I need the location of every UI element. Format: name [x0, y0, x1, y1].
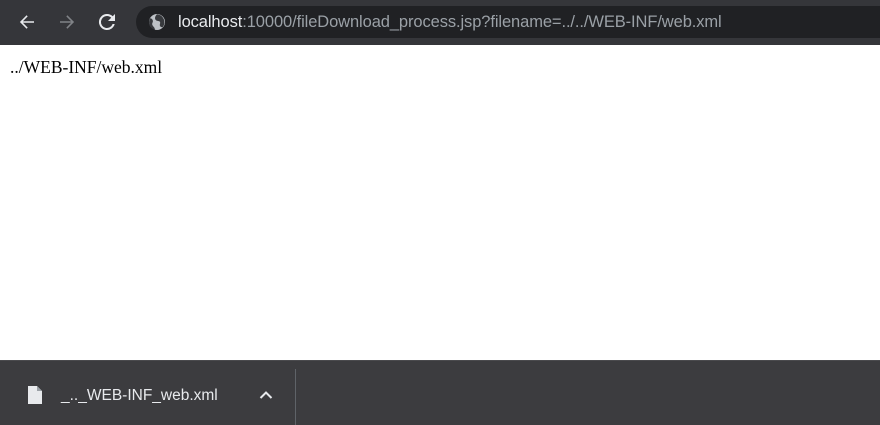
forward-button[interactable]: [51, 6, 83, 38]
reload-icon: [98, 13, 115, 30]
url-host: localhost: [178, 12, 243, 31]
globe-icon: [149, 14, 165, 30]
url-text[interactable]: localhost:10000/fileDownload_process.jsp…: [178, 13, 722, 32]
download-item[interactable]: _.._WEB-INF_web.xml: [0, 361, 295, 425]
arrow-forward-icon: [60, 15, 75, 29]
arrow-back-icon: [19, 15, 34, 29]
address-bar[interactable]: localhost:10000/fileDownload_process.jsp…: [136, 6, 880, 38]
browser-toolbar: localhost:10000/fileDownload_process.jsp…: [0, 0, 880, 45]
url-path: :10000/fileDownload_process.jsp?filename…: [242, 12, 722, 31]
download-shelf: _.._WEB-INF_web.xml: [0, 360, 880, 425]
site-info-button[interactable]: [148, 13, 166, 31]
download-file-name: _.._WEB-INF_web.xml: [61, 387, 218, 404]
chevron-up-icon: [259, 391, 273, 399]
download-menu-button[interactable]: [254, 383, 278, 407]
file-icon: [28, 386, 42, 404]
back-button[interactable]: [11, 6, 43, 38]
reload-button[interactable]: [91, 6, 123, 38]
page-body-text: ../WEB-INF/web.xml: [10, 57, 163, 77]
page-content: ../WEB-INF/web.xml: [0, 45, 880, 360]
download-item-divider: [295, 369, 296, 425]
